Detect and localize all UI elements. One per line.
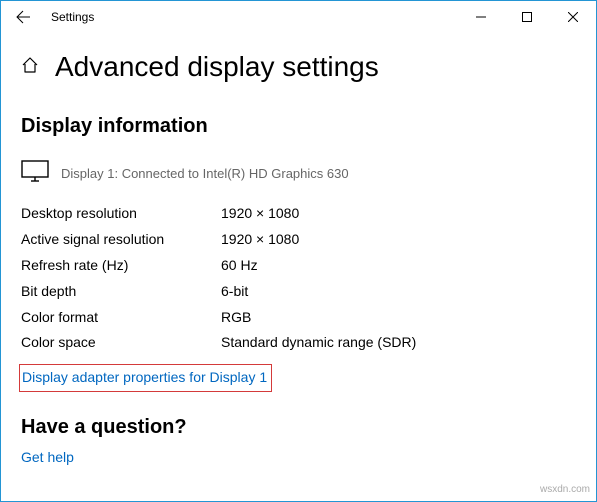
info-key: Color space [21, 330, 221, 356]
monitor-connection-label: Display 1: Connected to Intel(R) HD Grap… [61, 166, 349, 181]
minimize-button[interactable] [458, 1, 504, 33]
content-area: Display information Display 1: Connected… [1, 115, 596, 467]
close-button[interactable] [550, 1, 596, 33]
table-row: Bit depth 6-bit [21, 279, 576, 305]
info-val: 6-bit [221, 279, 576, 305]
minimize-icon [476, 12, 486, 22]
info-val: Standard dynamic range (SDR) [221, 330, 576, 356]
info-key: Desktop resolution [21, 201, 221, 227]
info-key: Refresh rate (Hz) [21, 253, 221, 279]
table-row: Active signal resolution 1920 × 1080 [21, 227, 576, 253]
close-icon [568, 12, 578, 22]
watermark: wsxdn.com [540, 484, 590, 495]
back-arrow-icon [15, 9, 31, 25]
table-row: Color format RGB [21, 305, 576, 331]
titlebar: Settings [1, 1, 596, 33]
home-icon[interactable] [21, 56, 39, 79]
monitor-icon [21, 160, 49, 187]
monitor-row: Display 1: Connected to Intel(R) HD Grap… [21, 160, 576, 187]
page-title: Advanced display settings [55, 51, 379, 83]
get-help-link[interactable]: Get help [21, 449, 74, 465]
highlighted-link-box: Display adapter properties for Display 1 [19, 364, 272, 392]
display-info-heading: Display information [21, 115, 576, 138]
adapter-properties-link[interactable]: Display adapter properties for Display 1 [22, 369, 267, 385]
window-controls [458, 1, 596, 33]
info-val: RGB [221, 305, 576, 331]
info-key: Active signal resolution [21, 227, 221, 253]
display-info-table: Desktop resolution 1920 × 1080 Active si… [21, 201, 576, 356]
table-row: Refresh rate (Hz) 60 Hz [21, 253, 576, 279]
question-heading: Have a question? [21, 416, 576, 439]
page-header: Advanced display settings [1, 33, 596, 83]
maximize-button[interactable] [504, 1, 550, 33]
window-title: Settings [51, 10, 94, 24]
back-button[interactable] [9, 3, 37, 31]
info-val: 1920 × 1080 [221, 227, 576, 253]
info-val: 1920 × 1080 [221, 201, 576, 227]
info-val: 60 Hz [221, 253, 576, 279]
table-row: Desktop resolution 1920 × 1080 [21, 201, 576, 227]
info-key: Color format [21, 305, 221, 331]
maximize-icon [522, 12, 532, 22]
table-row: Color space Standard dynamic range (SDR) [21, 330, 576, 356]
info-key: Bit depth [21, 279, 221, 305]
